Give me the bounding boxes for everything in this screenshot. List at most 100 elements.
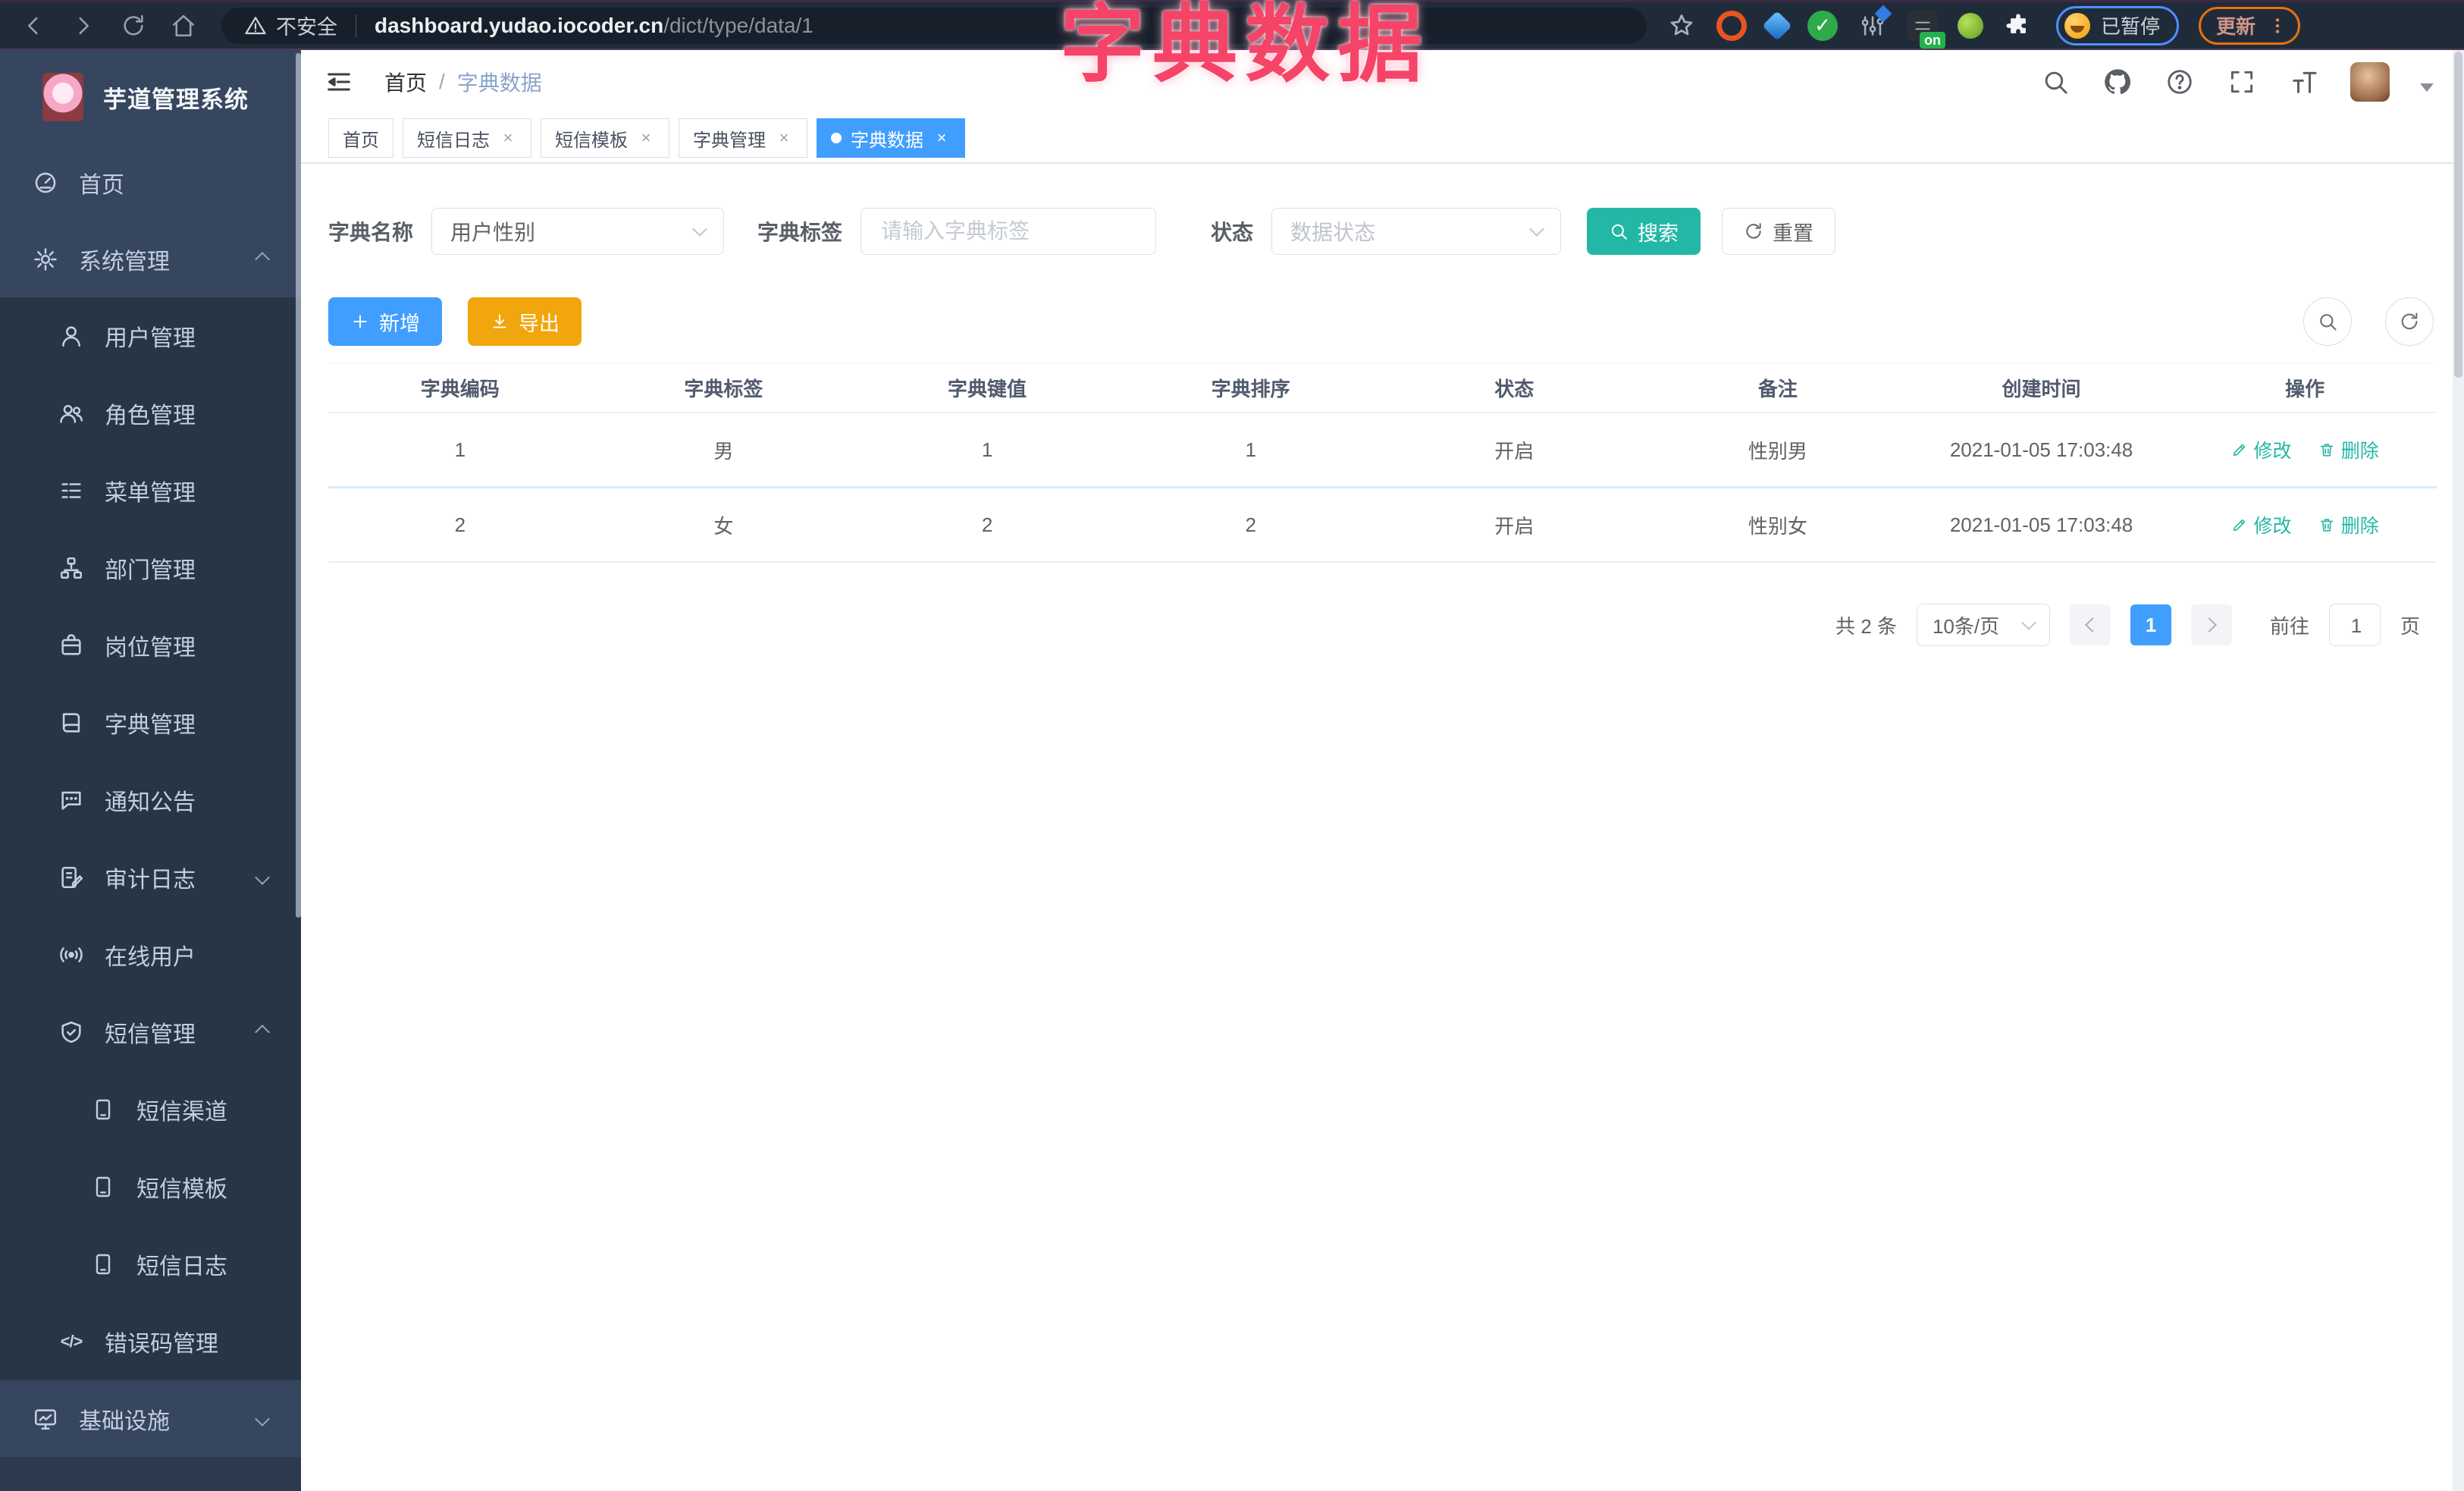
address-bar[interactable]: 不安全 dashboard.yudao.iocoder.cn/dict/type… xyxy=(221,7,1647,44)
caret-down-icon[interactable] xyxy=(2420,83,2434,92)
user-avatar[interactable] xyxy=(2350,62,2390,102)
code-icon: </> xyxy=(60,1332,83,1351)
browser-update-button[interactable]: 更新 xyxy=(2199,6,2301,45)
bookmark-star-icon[interactable] xyxy=(1666,11,1697,41)
sidebar-item-sms-template[interactable]: 短信模板 xyxy=(0,1148,301,1226)
sidebar-item-online-users[interactable]: 在线用户 xyxy=(0,916,301,993)
sidebar-item-sms-channel[interactable]: 短信渠道 xyxy=(0,1071,301,1148)
tab-sms-template[interactable]: 短信模板 × xyxy=(541,118,669,158)
extension-green-check-icon[interactable]: ✓ xyxy=(1807,10,1838,41)
warning-icon xyxy=(245,16,266,34)
sidebar-item-menu-mgmt[interactable]: 菜单管理 xyxy=(0,452,301,529)
refresh-table-button[interactable] xyxy=(2385,297,2434,346)
dashboard-icon xyxy=(32,169,59,196)
status-select[interactable]: 数据状态 xyxy=(1271,208,1562,255)
sidebar-collapse-button[interactable] xyxy=(322,65,356,99)
refresh-icon xyxy=(2401,312,2418,330)
menu-list-icon xyxy=(58,477,85,504)
sidebar-item-user-mgmt[interactable]: 用户管理 xyxy=(0,297,301,375)
cell-created: 2021-01-05 17:03:48 xyxy=(1909,413,2174,488)
sidebar-item-error-code[interactable]: </> 错误码管理 xyxy=(0,1303,301,1380)
sidebar-scrollbar[interactable] xyxy=(296,53,301,918)
goto-page-input[interactable] xyxy=(2329,604,2383,647)
security-status[interactable]: 不安全 xyxy=(244,11,337,40)
system-submenu: 用户管理 角色管理 菜单管理 部门管理 岗位管理 字典管理 通知公告 审计日志 … xyxy=(0,297,301,1380)
edit-link-label: 修改 xyxy=(2253,516,2292,537)
overlay-page-title: 字典数据 xyxy=(1060,0,1430,92)
search-icon[interactable] xyxy=(2039,66,2071,98)
font-size-icon[interactable] xyxy=(2288,66,2320,98)
sidebar-item-sms-mgmt[interactable]: 短信管理 xyxy=(0,993,301,1071)
sidebar-item-label: 部门管理 xyxy=(105,558,196,583)
close-icon[interactable]: × xyxy=(933,128,951,147)
tab-label: 首页 xyxy=(343,130,379,151)
sidebar-item-role-mgmt[interactable]: 角色管理 xyxy=(0,375,301,452)
browser-back-button[interactable] xyxy=(17,9,50,42)
browser-forward-button[interactable] xyxy=(67,9,100,42)
tab-dict-mgmt[interactable]: 字典管理 × xyxy=(679,118,807,158)
chevron-down-icon xyxy=(255,1411,270,1427)
page-size-select[interactable]: 10条/页 xyxy=(1916,604,2050,646)
extension-orange-ring-icon[interactable] xyxy=(1716,10,1747,41)
browser-home-button[interactable] xyxy=(167,9,200,42)
dict-name-select[interactable]: 用户性别 xyxy=(431,208,725,255)
tab-home[interactable]: 首页 xyxy=(328,118,393,158)
extension-green-sprout-icon[interactable] xyxy=(1958,12,1983,39)
edit-link[interactable]: 修改 xyxy=(2231,511,2292,538)
extension-on-switch-icon[interactable]: on xyxy=(1908,10,1945,49)
sidebar-item-post-mgmt[interactable]: 岗位管理 xyxy=(0,607,301,684)
reset-button[interactable]: 重置 xyxy=(1722,208,1836,255)
extension-sliders-icon[interactable] xyxy=(1857,5,1892,41)
browser-reload-button[interactable] xyxy=(117,9,150,42)
profile-paused-chip[interactable]: 已暂停 xyxy=(2056,5,2180,46)
online-users-icon xyxy=(58,941,85,968)
page-scrollbar[interactable] xyxy=(2453,50,2464,1491)
sidebar-item-audit-log[interactable]: 审计日志 xyxy=(0,839,301,916)
fullscreen-icon[interactable] xyxy=(2226,66,2258,98)
chevron-up-icon xyxy=(255,251,270,267)
table-row[interactable]: 1 男 1 1 开启 性别男 2021-01-05 17:03:48 修改 删除 xyxy=(328,413,2437,488)
sidebar-item-home[interactable]: 首页 xyxy=(0,144,301,221)
col-created: 创建时间 xyxy=(1909,363,2174,413)
kebab-menu-icon[interactable] xyxy=(2268,16,2287,36)
tab-dict-data[interactable]: 字典数据 × xyxy=(817,118,965,158)
next-page-button[interactable] xyxy=(2190,604,2232,645)
tab-sms-log[interactable]: 短信日志 × xyxy=(403,118,531,158)
chevron-down-icon xyxy=(2021,615,2036,630)
close-icon[interactable]: × xyxy=(775,128,793,147)
extension-blue-gem-icon[interactable] xyxy=(1762,10,1792,41)
sidebar-item-notice[interactable]: 通知公告 xyxy=(0,761,301,839)
col-dict-label: 字典标签 xyxy=(591,363,856,413)
close-icon[interactable]: × xyxy=(499,128,517,147)
security-label: 不安全 xyxy=(276,16,337,39)
close-icon[interactable]: × xyxy=(637,128,655,147)
breadcrumb-home[interactable]: 首页 xyxy=(384,67,427,97)
github-icon[interactable] xyxy=(2102,66,2133,98)
pagination: 共 2 条 10条/页 1 前往 页 xyxy=(328,604,2437,647)
table-row[interactable]: 2 女 2 2 开启 性别女 2021-01-05 17:03:48 修改 删除 xyxy=(328,487,2437,563)
dict-label-input[interactable] xyxy=(879,218,1138,244)
prev-page-button[interactable] xyxy=(2069,604,2111,645)
sidebar-item-infrastructure[interactable]: 基础设施 xyxy=(0,1380,301,1457)
sidebar-item-label: 审计日志 xyxy=(105,868,196,893)
chevron-left-icon xyxy=(2085,617,2100,632)
app-logo-row[interactable]: 芋道管理系统 xyxy=(0,50,301,144)
edit-link[interactable]: 修改 xyxy=(2231,436,2292,463)
add-button[interactable]: 新增 xyxy=(328,297,442,346)
export-button[interactable]: 导出 xyxy=(468,297,582,346)
page-size-value: 10条/页 xyxy=(1932,614,2000,638)
sidebar-item-system[interactable]: 系统管理 xyxy=(0,221,301,297)
sidebar-item-dict-mgmt[interactable]: 字典管理 xyxy=(0,684,301,761)
sidebar-item-dept-mgmt[interactable]: 部门管理 xyxy=(0,529,301,607)
current-page[interactable]: 1 xyxy=(2130,604,2171,645)
scrollbar-thumb[interactable] xyxy=(2454,52,2462,378)
delete-link[interactable]: 删除 xyxy=(2318,436,2379,463)
hide-search-button[interactable] xyxy=(2303,297,2352,346)
tab-label: 字典数据 xyxy=(851,130,923,151)
extensions-puzzle-icon[interactable] xyxy=(2003,11,2033,41)
delete-link[interactable]: 删除 xyxy=(2318,511,2379,538)
help-icon[interactable] xyxy=(2164,66,2196,98)
cell-actions: 修改 删除 xyxy=(2173,487,2437,563)
search-button[interactable]: 搜索 xyxy=(1587,208,1701,255)
sidebar-item-sms-log[interactable]: 短信日志 xyxy=(0,1226,301,1303)
